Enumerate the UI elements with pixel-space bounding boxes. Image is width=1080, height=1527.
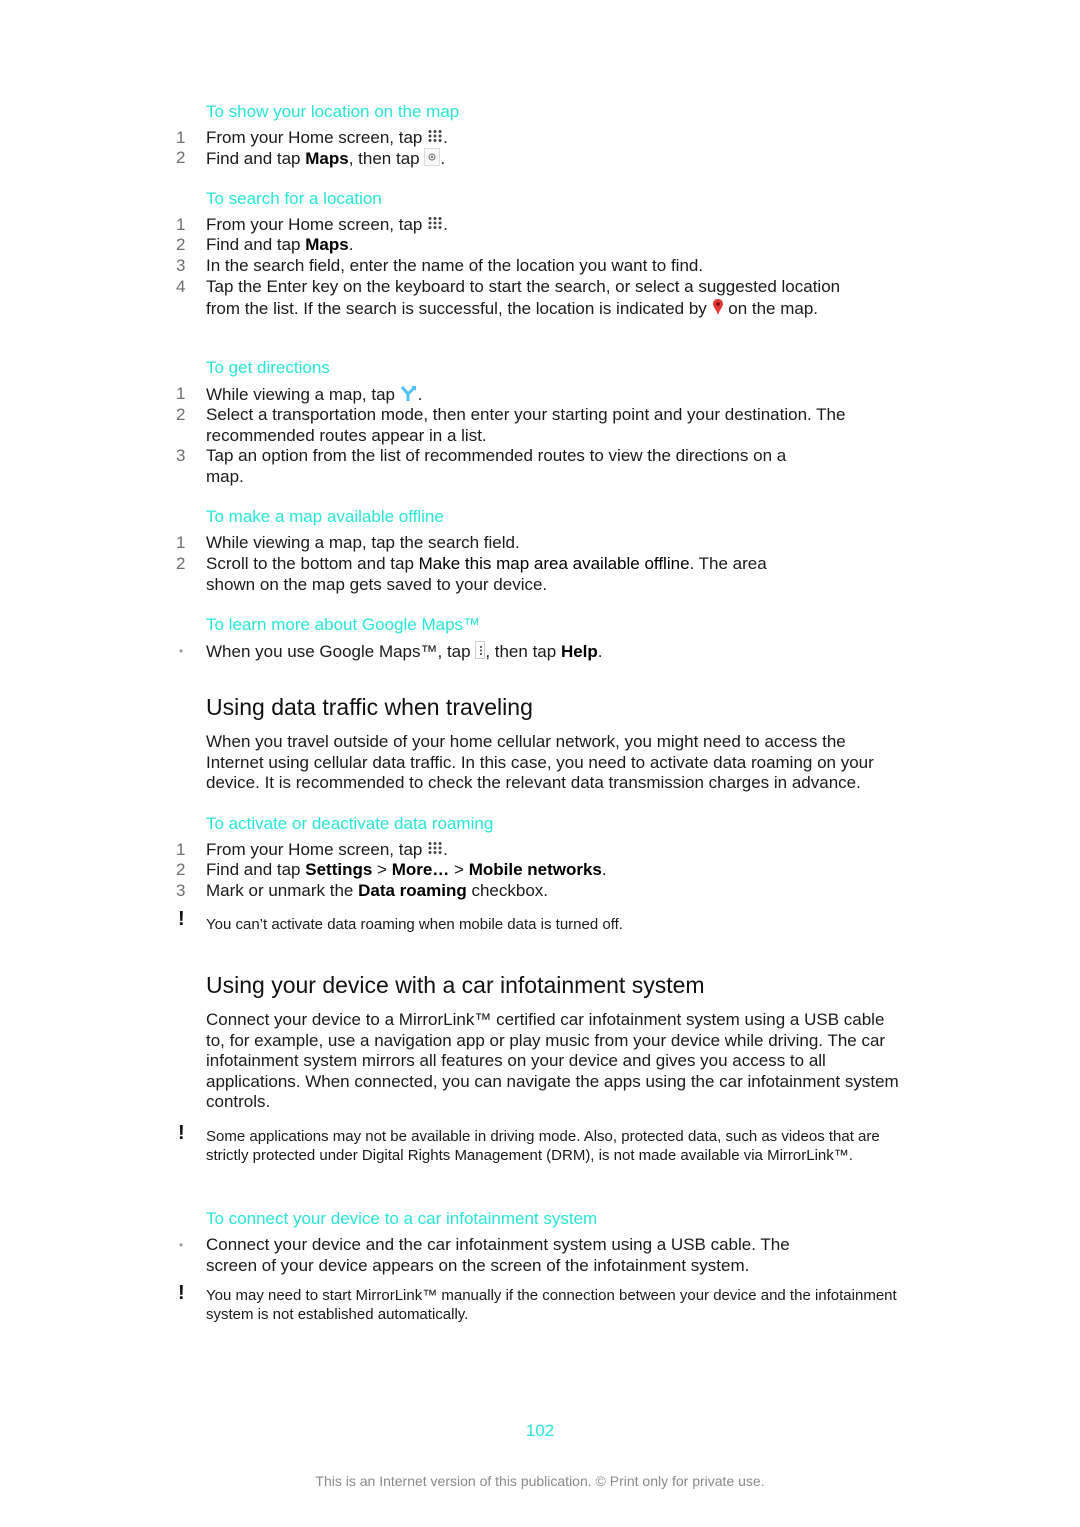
subheading-show-location: To show your location on the map [206, 102, 460, 121]
bullet-glyph: • [179, 1238, 184, 1252]
page-number: 102 [525, 1421, 555, 1440]
step-number: 2 [176, 860, 186, 879]
bullet-text: When you use Google Maps™, tap [206, 642, 476, 662]
step-number: 1 [176, 533, 186, 552]
map-pin-icon [712, 298, 724, 322]
heading-car-infotainment: Using your device with a car infotainmen… [206, 972, 705, 998]
step-text: Scroll to the bottom and tap [206, 554, 419, 573]
manual-page: To show your location on the map 1 From … [0, 0, 1080, 1527]
step-text-end: . [417, 385, 423, 405]
step-text: From your Home screen, tap [206, 128, 428, 147]
path-separator: > [372, 860, 392, 879]
step-text: , then tap [348, 149, 425, 169]
step-number: 2 [176, 554, 186, 573]
ui-term-more: More… [391, 860, 450, 879]
subheading-get-directions: To get directions [206, 358, 330, 377]
warning-icon: ! [178, 1282, 185, 1304]
step-number: 3 [176, 446, 186, 465]
step-number: 2 [176, 405, 186, 424]
bullet-glyph: • [179, 644, 184, 658]
step-text-end: . [443, 215, 448, 234]
step-text-end: . [443, 840, 448, 859]
apps-grid-icon [427, 128, 443, 149]
paragraph-car-infotainment: Connect your device to a MirrorLink™ cer… [206, 1010, 899, 1112]
directions-icon [400, 384, 418, 408]
step-number: 1 [176, 840, 186, 859]
note-text: You may need to start MirrorLink™ manual… [206, 1287, 897, 1323]
path-separator: > [449, 860, 469, 879]
step-text: From your Home screen, tap [206, 215, 428, 234]
bullet-text-end: . [597, 642, 603, 662]
step-text: Find and tap [206, 235, 306, 254]
step-text-end: . [601, 860, 607, 879]
note-text: Some applications may not be available i… [206, 1128, 880, 1164]
step-number: 1 [176, 384, 186, 403]
step-text: While viewing a map, tap [206, 385, 400, 405]
step-text-end: . [348, 235, 354, 254]
step-number: 3 [176, 881, 186, 900]
step-number: 2 [176, 235, 186, 254]
step-text: In the search field, enter the name of t… [206, 256, 704, 275]
subheading-connect-car: To connect your device to a car infotain… [206, 1209, 598, 1228]
step-text: From your Home screen, tap [206, 840, 428, 859]
step-number: 3 [176, 256, 186, 275]
step-text-end: checkbox. [466, 881, 549, 900]
ui-term-settings: Settings [305, 860, 373, 879]
ui-term-maps: Maps [305, 149, 349, 169]
step-text-end: . [440, 149, 446, 169]
step-number: 2 [176, 148, 186, 167]
ui-term-maps: Maps [305, 235, 349, 254]
apps-grid-icon [427, 840, 443, 861]
step-text: While viewing a map, tap the search fiel… [206, 533, 520, 552]
step-text: Mark or unmark the [206, 881, 359, 900]
ui-term-mobile-networks: Mobile networks [468, 860, 602, 879]
menu-icon [475, 641, 486, 665]
subheading-learn-more: To learn more about Google Maps™ [206, 615, 481, 634]
paragraph-data-traffic: When you travel outside of your home cel… [206, 732, 874, 793]
warning-icon: ! [178, 908, 185, 930]
warning-icon: ! [178, 1122, 185, 1144]
heading-data-traffic: Using data traffic when traveling [206, 694, 533, 720]
ui-term-data-roaming: Data roaming [358, 881, 467, 900]
step-text-end: on the map. [723, 298, 819, 318]
ui-term-offline: Make this map area available offline [418, 554, 690, 573]
my-location-icon [424, 148, 441, 172]
subheading-offline: To make a map available offline [206, 507, 444, 526]
step-text: Find and tap [206, 149, 306, 169]
footer-notice: This is an Internet version of this publ… [315, 1473, 765, 1489]
bullet-text: Connect your device and the car infotain… [206, 1235, 790, 1275]
apps-grid-icon [427, 215, 443, 236]
bullet-text: , then tap [485, 642, 561, 662]
subheading-roaming: To activate or deactivate data roaming [206, 814, 494, 833]
step-number: 1 [176, 128, 186, 147]
note-text: You can’t activate data roaming when mob… [206, 916, 623, 933]
step-text: Tap an option from the list of recommend… [206, 446, 787, 486]
step-text-end: . [443, 128, 448, 147]
ui-term-help: Help [560, 642, 598, 662]
step-number: 1 [176, 215, 186, 234]
step-number: 4 [176, 277, 186, 296]
step-text: Select a transportation mode, then enter… [206, 405, 846, 445]
step-text: Find and tap [206, 860, 306, 879]
subheading-search-location: To search for a location [206, 189, 382, 208]
